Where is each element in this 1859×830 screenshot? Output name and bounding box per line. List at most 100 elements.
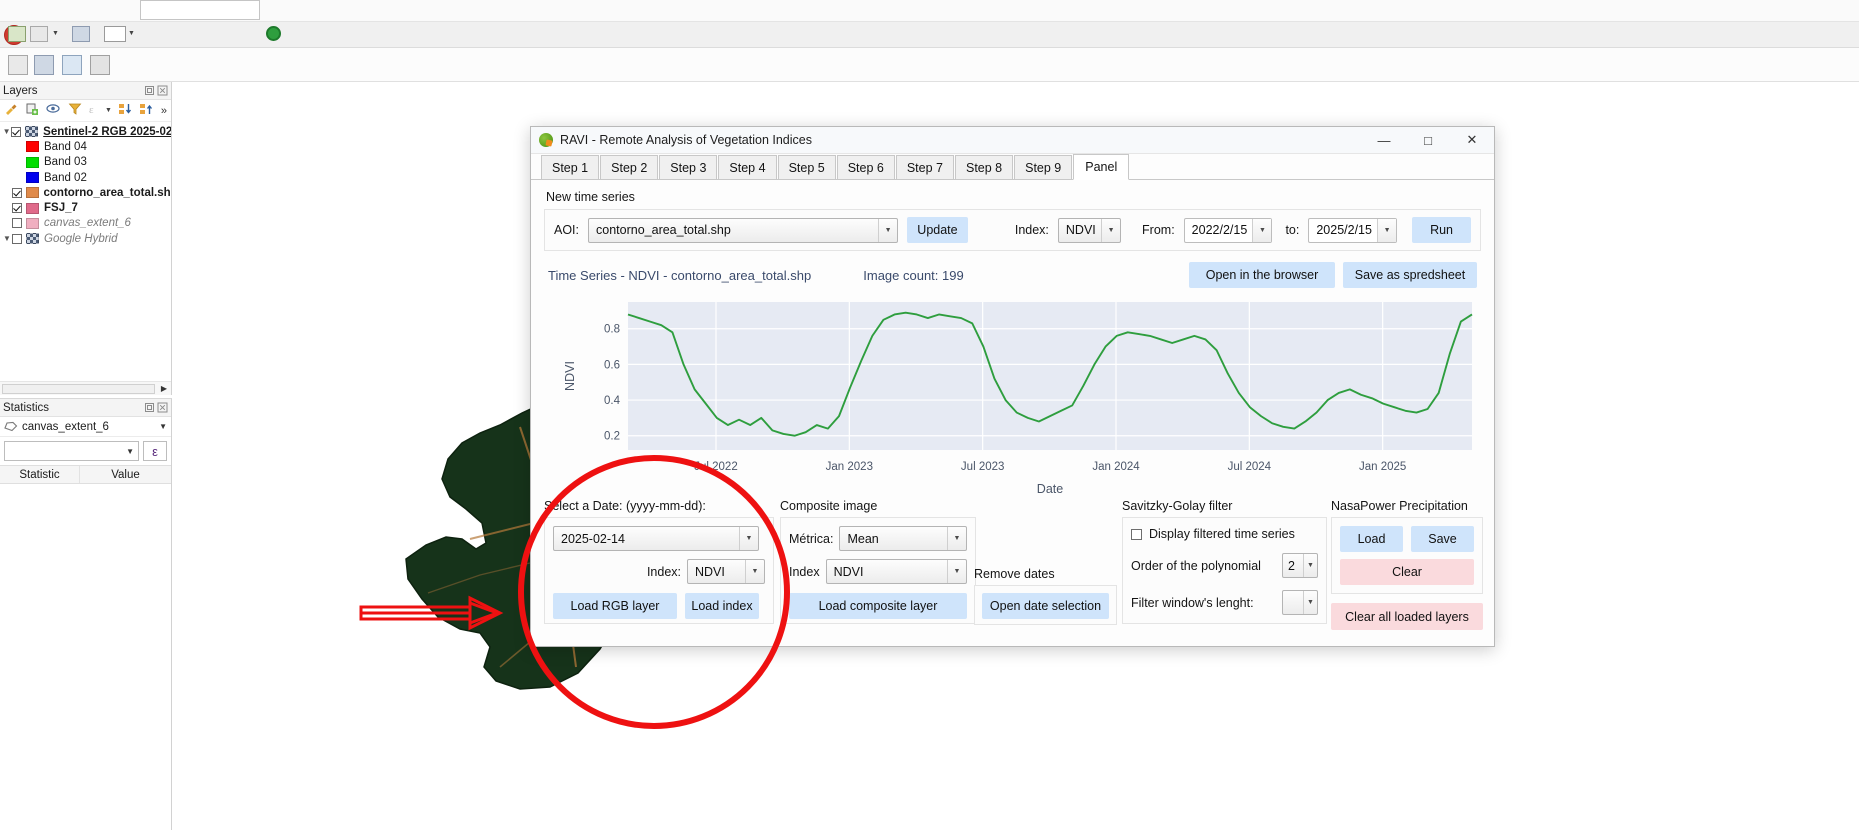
statistics-field-combo[interactable]: ▼ — [4, 441, 139, 461]
float-icon[interactable] — [144, 402, 155, 413]
tab-step-4[interactable]: Step 4 — [718, 155, 776, 179]
index-combo[interactable]: NDVI ▼ — [1058, 218, 1121, 243]
layer-item-2[interactable]: Band 03 — [0, 155, 171, 170]
open-in-browser-button[interactable]: Open in the browser — [1189, 262, 1335, 288]
scroll-right-arrow-icon[interactable]: ▶ — [157, 384, 171, 393]
plot-background — [628, 302, 1472, 450]
layer-symbol-swatch — [26, 203, 39, 214]
edit-expression-icon[interactable]: ε — [88, 102, 102, 119]
collapse-all-icon[interactable] — [139, 102, 154, 119]
chevron-down-icon[interactable]: ▼ — [1101, 219, 1120, 242]
layer-item-5[interactable]: FSJ_7 — [0, 200, 171, 215]
run-button[interactable]: Run — [1412, 217, 1471, 243]
expand-chevron-icon[interactable]: ▼ — [2, 127, 11, 136]
tab-step-2[interactable]: Step 2 — [600, 155, 658, 179]
qgis-search-box[interactable] — [140, 0, 260, 20]
close-button[interactable]: ✕ — [1450, 127, 1494, 153]
chevron-down-icon[interactable]: ▼ — [739, 527, 758, 550]
tab-step-1[interactable]: Step 1 — [541, 155, 599, 179]
chevron-down-icon[interactable]: ▼ — [947, 560, 966, 583]
tab-step-8[interactable]: Step 8 — [955, 155, 1013, 179]
styling-brush-icon[interactable] — [4, 102, 19, 119]
nasapower-clear-button[interactable]: Clear — [1340, 559, 1474, 585]
chevron-down-icon[interactable]: ▼ — [1377, 219, 1396, 242]
y-tick-label: 0.8 — [604, 324, 620, 336]
statistics-layer-combo[interactable]: canvas_extent_6 ▼ — [0, 417, 171, 437]
select-features-icon[interactable] — [34, 55, 54, 75]
expand-all-icon[interactable] — [118, 102, 133, 119]
chevron-down-icon[interactable]: ▼ — [878, 219, 897, 242]
chevron-down-icon[interactable]: ▼ — [1303, 591, 1317, 614]
polynomial-order-combo[interactable]: 2 ▼ — [1282, 553, 1318, 578]
layer-item-7[interactable]: ▼Google Hybrid — [0, 231, 171, 246]
chevron-down-icon[interactable]: ▼ — [105, 107, 112, 114]
save-as-spreadsheet-button[interactable]: Save as spredsheet — [1343, 262, 1477, 288]
close-icon[interactable] — [157, 402, 168, 413]
layer-item-3[interactable]: Band 02 — [0, 170, 171, 185]
aoi-combo[interactable]: contorno_area_total.shp ▼ — [588, 218, 898, 243]
scroll-thumb[interactable] — [2, 384, 155, 394]
metric-combo[interactable]: Mean ▼ — [839, 526, 967, 551]
chevron-down-icon[interactable]: ▼ — [745, 560, 764, 583]
composite-index-combo[interactable]: NDVI ▼ — [826, 559, 967, 584]
chevron-down-icon[interactable]: ▼ — [1303, 554, 1317, 577]
float-icon[interactable] — [144, 85, 155, 96]
open-date-selection-button[interactable]: Open date selection — [982, 593, 1109, 619]
layout-manager-icon[interactable] — [72, 26, 90, 42]
expression-builder-button[interactable]: ε — [143, 441, 167, 461]
layer-visibility-checkbox[interactable] — [12, 234, 22, 244]
nasapower-save-button[interactable]: Save — [1411, 526, 1474, 552]
date-combo[interactable]: 2025-02-14 ▼ — [553, 526, 759, 551]
from-date-field[interactable]: 2022/2/15 ▼ — [1184, 218, 1273, 243]
layer-item-0[interactable]: ▼Sentinel-2 RGB 2025-02-1 — [0, 124, 171, 139]
layer-item-1[interactable]: Band 04 — [0, 139, 171, 154]
chevron-down-icon[interactable]: ▼ — [1252, 219, 1271, 242]
tab-step-5[interactable]: Step 5 — [778, 155, 836, 179]
ravi-dialog: RAVI - Remote Analysis of Vegetation Ind… — [530, 126, 1495, 647]
layer-visibility-checkbox[interactable] — [12, 218, 22, 228]
metric-value: Mean — [847, 532, 947, 546]
chevron-down-icon[interactable]: ▼ — [947, 527, 966, 550]
load-rgb-layer-button[interactable]: Load RGB layer — [553, 593, 677, 619]
download-icon[interactable] — [90, 55, 110, 75]
clear-all-loaded-layers-button[interactable]: Clear all loaded layers — [1331, 603, 1483, 630]
layer-item-6[interactable]: canvas_extent_6 — [0, 216, 171, 231]
layer-tree: ▼Sentinel-2 RGB 2025-02-1Band 04Band 03B… — [0, 122, 171, 246]
identify-icon[interactable] — [8, 55, 28, 75]
tab-step-3[interactable]: Step 3 — [659, 155, 717, 179]
layers-horizontal-scrollbar[interactable]: ▶ — [0, 381, 171, 395]
attribute-table-icon[interactable] — [104, 26, 126, 42]
layer-visibility-checkbox[interactable] — [12, 203, 22, 213]
maximize-button[interactable]: □ — [1406, 127, 1450, 153]
layer-visibility-checkbox[interactable] — [11, 127, 21, 137]
tab-step-7[interactable]: Step 7 — [896, 155, 954, 179]
chevron-down-icon[interactable]: ▼ — [52, 26, 62, 42]
minimize-button[interactable]: — — [1362, 127, 1406, 153]
update-button[interactable]: Update — [907, 217, 968, 243]
visibility-eye-icon[interactable] — [46, 102, 62, 119]
layer-item-4[interactable]: contorno_area_total.shp — [0, 185, 171, 200]
select-date-index-value: NDVI — [695, 565, 745, 579]
select-date-index-combo[interactable]: NDVI ▼ — [687, 559, 765, 584]
swap-layers-icon[interactable] — [62, 55, 82, 75]
tab-step-9[interactable]: Step 9 — [1014, 155, 1072, 179]
display-filtered-checkbox[interactable] — [1131, 529, 1142, 540]
new-project-icon[interactable] — [8, 26, 26, 42]
layer-visibility-checkbox[interactable] — [12, 188, 22, 198]
load-composite-layer-button[interactable]: Load composite layer — [789, 593, 967, 619]
load-index-button[interactable]: Load index — [685, 593, 759, 619]
open-project-icon[interactable] — [30, 26, 48, 42]
chevron-down-icon-2[interactable]: ▼ — [128, 26, 138, 42]
render-toggle-icon[interactable] — [266, 26, 281, 41]
tab-panel[interactable]: Panel — [1073, 154, 1129, 180]
filter-icon[interactable] — [68, 102, 82, 119]
tab-step-6[interactable]: Step 6 — [837, 155, 895, 179]
nasapower-load-button[interactable]: Load — [1340, 526, 1403, 552]
close-icon[interactable] — [157, 85, 168, 96]
overflow-chevron-icon[interactable]: » — [161, 105, 167, 117]
chevron-down-icon[interactable]: ▼ — [159, 422, 167, 431]
add-group-icon[interactable] — [25, 102, 40, 119]
expand-chevron-icon[interactable]: ▼ — [2, 234, 12, 243]
filter-window-combo[interactable]: ▼ — [1282, 590, 1318, 615]
to-date-field[interactable]: 2025/2/15 ▼ — [1308, 218, 1397, 243]
